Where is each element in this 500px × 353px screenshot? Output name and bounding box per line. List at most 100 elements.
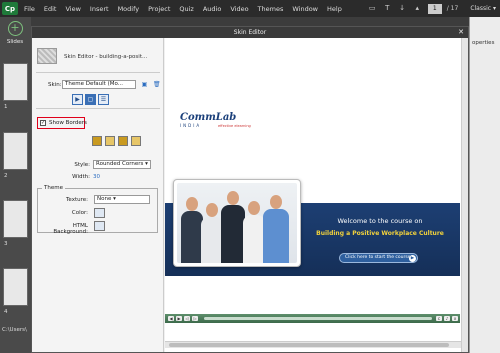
menu-item-insert[interactable]: Insert [90,5,109,13]
menu-item-project[interactable]: Project [148,5,170,13]
border-bottom-button[interactable] [131,136,141,146]
filmstrip: + Slides 1 2 3 4 [0,17,31,353]
workspace-mode-select[interactable]: Classic ▾ [470,5,496,12]
person-head [186,197,198,211]
border-right-button[interactable] [118,136,128,146]
person-figure [221,205,245,263]
properties-panel [469,17,500,353]
menu-item-video[interactable]: Video [230,5,248,13]
html-background-swatch[interactable] [94,221,105,231]
download-icon[interactable]: ↓ [398,4,407,13]
slide-thumbnail[interactable] [3,268,28,306]
page-total: / 17 [446,5,459,12]
divider [36,72,160,73]
delete-icon[interactable]: 🗑 [153,81,161,88]
progress-track[interactable] [204,317,432,320]
tab-toc[interactable]: ☰ [98,94,109,105]
team-photo [177,183,297,263]
color-swatch[interactable] [94,208,105,218]
scrollbar-thumb[interactable] [169,343,449,347]
border-style-value: Rounded Corners [96,161,144,167]
menu-item-quiz[interactable]: Quiz [179,5,193,13]
skin-preview: CommLab INDIA effective elearning Welcom… [165,38,468,352]
playbar: ◀ ▶ ◁ ▷ c ♪ x [165,314,460,323]
skin-editor-title: Skin Editor [233,29,267,36]
close-icon[interactable]: ✕ [458,27,464,38]
show-borders-checkbox[interactable]: ✓ [40,120,46,126]
border-top-button[interactable] [105,136,115,146]
border-sides [92,136,144,146]
color-label: Color: [71,210,88,216]
border-width-input[interactable]: 30 [93,173,109,181]
skin-editor-window: Skin Editor ✕ Skin Editor - building-a-p… [31,26,469,353]
monitor-icon[interactable]: ▭ [368,4,377,13]
menu-item-edit[interactable]: Edit [44,5,57,13]
menu-item-themes[interactable]: Themes [258,5,284,13]
width-label: Width: [72,174,90,180]
person-head [248,201,260,215]
menu-item-help[interactable]: Help [327,5,342,13]
person-figure [263,209,289,263]
texture-label: Texture: [66,197,88,203]
page-total-value: 17 [450,5,459,12]
html-background-label: HTML Background: [53,223,88,235]
border-left-button[interactable] [92,136,102,146]
welcome-text: Welcome to the course on [337,217,423,225]
course-title: Building a Positive Workplace Culture [316,230,444,237]
text-icon[interactable]: T [383,4,392,13]
logo-text: CommLab [180,112,237,123]
cc-icon[interactable]: c [436,316,442,321]
menubar-tools: ▭ T ↓ ▴ 1 / 17 Classic ▾ [362,2,496,15]
tab-playback-controls[interactable]: ▶ [72,94,83,105]
play-icon[interactable]: ▶ [176,316,182,321]
texture-value: None [97,196,112,202]
start-course-button[interactable]: Click here to start the course ▶ [339,253,418,263]
properties-label[interactable]: operties [472,40,494,46]
forward-icon[interactable]: ▷ [192,316,198,321]
menu-item-audio[interactable]: Audio [203,5,221,13]
show-borders-highlight: ✓ Show Borders [37,117,87,129]
file-path: C:\Users\ [2,327,27,333]
theme-group-title: Theme [42,185,65,191]
volume-icon[interactable]: ♪ [444,316,450,321]
back-icon[interactable]: ◁ [184,316,190,321]
skin-thumbnail [37,48,57,64]
rewind-icon[interactable]: ◀ [168,316,174,321]
slide-thumbnail[interactable] [3,200,28,238]
tab-borders[interactable]: ▢ [85,94,96,105]
person-head [206,203,218,217]
vertical-scrollbar[interactable] [461,38,468,352]
skin-select[interactable]: Theme Default (Mo... [62,80,136,89]
horizontal-scrollbar[interactable] [165,341,461,348]
exit-icon[interactable]: x [452,316,458,321]
slides-button[interactable]: + Slides [3,21,27,49]
person-head [227,191,239,205]
page-number-input[interactable]: 1 [427,3,442,14]
skin-tabs: ▶ ▢ ☰ [72,94,111,105]
border-style-select[interactable]: Rounded Corners ▾ [93,160,151,169]
slide-number: 4 [4,309,8,315]
start-course-label: Click here to start the course [345,255,411,260]
style-label: Style: [74,162,90,168]
person-head [270,195,282,209]
menu-item-window[interactable]: Window [292,5,318,13]
page-up-icon[interactable]: ▴ [413,4,422,13]
skin-editor-titlebar[interactable]: Skin Editor ✕ [32,27,468,38]
texture-select[interactable]: None ▾ [94,195,150,204]
commlab-logo: CommLab INDIA effective elearning [180,112,251,134]
slide-number: 2 [4,173,8,179]
slides-label: Slides [6,39,24,45]
app-menubar: Cp File Edit View Insert Modify Project Quiz Au… [0,0,500,17]
save-icon[interactable]: ▣ [141,81,148,88]
slide-thumbnail[interactable] [3,63,28,101]
preview-slide: CommLab INDIA effective elearning Welcom… [165,54,460,309]
logo-tagline: effective elearning [218,124,251,128]
menu-item-modify[interactable]: Modify [118,5,140,13]
arrow-right-icon: ▶ [409,255,416,262]
person-figure [181,211,203,263]
show-borders-label: Show Borders [49,120,87,126]
menu-item-view[interactable]: View [65,5,80,13]
menu-items: File Edit View Insert Modify Project Quiz Audio… [24,5,351,13]
slide-thumbnail[interactable] [3,132,28,170]
menu-item-file[interactable]: File [24,5,35,13]
